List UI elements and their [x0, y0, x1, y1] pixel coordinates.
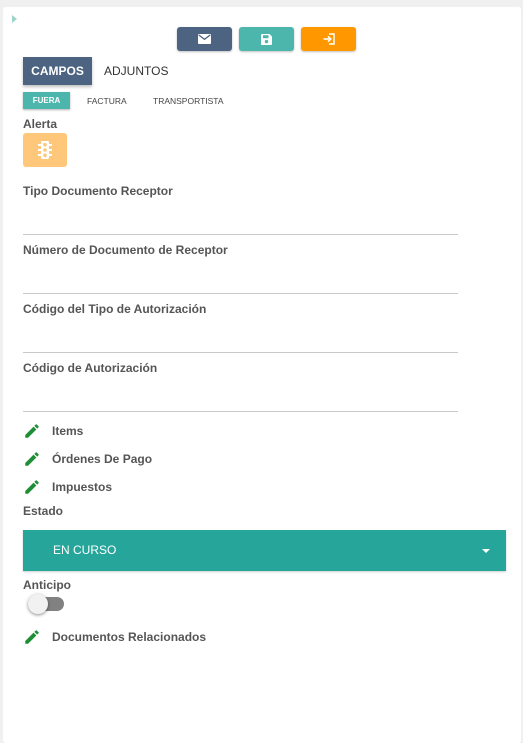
items-link[interactable]: Items — [23, 422, 83, 440]
pencil-icon — [25, 480, 39, 494]
pencil-icon — [25, 424, 39, 438]
impuestos-link[interactable]: Impuestos — [23, 478, 112, 496]
subtab-factura[interactable]: FACTURA — [87, 96, 127, 106]
codigo-tipo-autorizacion-input[interactable] — [23, 352, 458, 353]
send-email-button[interactable] — [177, 27, 232, 51]
tipo-documento-receptor-input[interactable] — [23, 234, 458, 235]
codigo-tipo-autorizacion-label: Código del Tipo de Autorización — [23, 302, 207, 316]
tab-adjuntos[interactable]: ADJUNTOS — [104, 64, 168, 78]
tipo-documento-receptor-label: Tipo Documento Receptor — [23, 184, 173, 198]
caret-down-icon — [482, 549, 490, 553]
codigo-autorizacion-input[interactable] — [23, 411, 458, 412]
save-button[interactable] — [239, 27, 294, 51]
alert-button[interactable] — [23, 133, 67, 167]
subtab-transportista[interactable]: TRANSPORTISTA — [153, 96, 224, 106]
anticipo-toggle-knob[interactable] — [28, 594, 48, 614]
estado-value: EN CURSO — [53, 543, 117, 557]
ordenes-de-pago-label: Órdenes De Pago — [52, 452, 153, 466]
estado-select[interactable]: EN CURSO — [23, 530, 506, 571]
traffic-light-icon — [38, 141, 52, 159]
anticipo-label: Anticipo — [23, 578, 71, 592]
pencil-icon — [25, 452, 39, 466]
alert-label: Alerta — [23, 117, 58, 131]
numero-documento-receptor-input[interactable] — [23, 293, 458, 294]
floppy-disk-icon — [261, 33, 272, 45]
ordenes-de-pago-link[interactable]: Órdenes De Pago — [23, 450, 152, 468]
codigo-autorizacion-label: Código de Autorización — [23, 361, 158, 375]
estado-label: Estado — [23, 504, 64, 518]
impuestos-label: Impuestos — [52, 480, 113, 494]
expand-arrow-icon[interactable] — [12, 15, 17, 23]
documentos-relacionados-link[interactable]: Documentos Relacionados — [23, 628, 206, 646]
pencil-icon — [25, 630, 39, 644]
numero-documento-receptor-label: Número de Documento de Receptor — [23, 243, 228, 257]
items-label: Items — [52, 424, 84, 438]
exit-icon — [323, 33, 335, 45]
tab-campos[interactable]: CAMPOS — [23, 57, 92, 85]
subtab-fuera[interactable]: FUERA — [23, 92, 70, 109]
envelope-icon — [198, 34, 211, 44]
documentos-relacionados-label: Documentos Relacionados — [52, 630, 207, 644]
exit-button[interactable] — [301, 27, 356, 51]
